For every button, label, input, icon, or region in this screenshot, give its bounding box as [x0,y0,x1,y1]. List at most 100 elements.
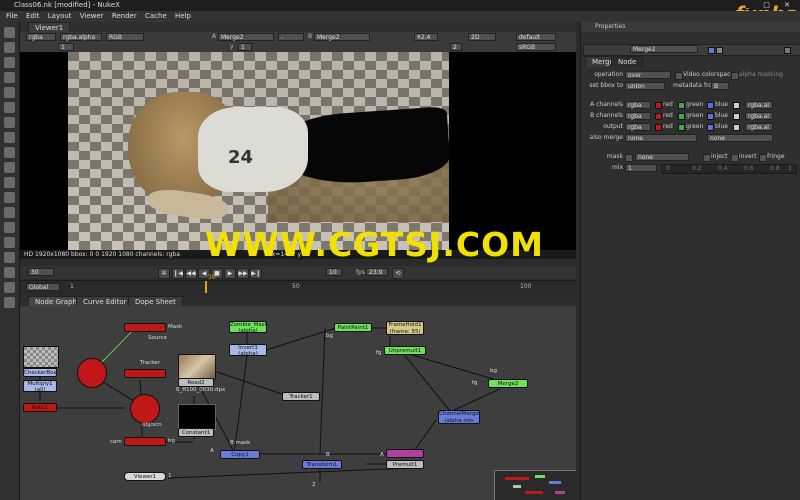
roto-node-circle-1[interactable] [77,358,107,388]
display-select[interactable]: RGB [106,33,144,41]
draw-icon[interactable] [4,42,15,53]
proxy-select[interactable]: 2D [468,33,496,41]
loop-icon[interactable]: ⟲ [392,268,404,279]
b-channels-layer-select[interactable]: rgba [625,112,651,120]
b-green-checkbox[interactable] [678,113,685,120]
deep-icon[interactable] [4,222,15,233]
constant-thumbnail[interactable] [178,404,216,430]
mix-field[interactable]: 1 [625,164,657,172]
channel-select[interactable]: rgba.alpha [60,33,102,41]
step-field[interactable]: 10 [326,268,342,276]
image-icon[interactable] [4,27,15,38]
node-font-color-icon[interactable] [716,47,723,54]
channel-icon[interactable] [4,72,15,83]
first-frame-button[interactable]: ❙◀ [172,268,184,279]
time-icon[interactable] [4,57,15,68]
roto-node-circle-2[interactable] [130,394,160,424]
views-icon[interactable] [4,177,15,188]
frame-field[interactable]: 1 [58,43,74,51]
zoom-field[interactable]: 2 [450,43,462,51]
output-red-checkbox[interactable] [655,124,662,131]
transform-node[interactable]: Transform1 [302,460,342,469]
paintbrush-node[interactable]: PaintPaint1 [334,323,372,332]
node-name-field[interactable]: Merge2 [630,45,698,53]
constant-node[interactable]: Constant1 [178,428,214,437]
viewer-node[interactable]: Viewer1 [124,472,166,481]
metadata-select[interactable]: B [711,82,729,90]
also-merge-select-2[interactable]: none [707,134,773,142]
framehold-node[interactable]: FrameHold1 (frame: 55) [386,321,424,335]
multiply-node[interactable]: Multiply1 (all) [23,380,57,392]
a-blue-checkbox[interactable] [707,102,714,109]
b-blue-checkbox[interactable] [707,113,714,120]
timeline-bar[interactable]: Global 1 50 100 30 [20,274,576,293]
viewer-viewport[interactable]: 24 [20,52,576,250]
menu-file[interactable]: File [6,11,18,22]
output-green-checkbox[interactable] [678,124,685,131]
menu-edit[interactable]: Edit [26,11,40,22]
video-colorspace-checkbox[interactable] [675,72,683,80]
premult-node[interactable]: Premult1 [386,460,424,469]
timeline-playhead[interactable] [205,281,207,293]
colorspace-select[interactable]: sRGB [516,43,556,51]
particles-icon[interactable] [4,207,15,218]
a-green-checkbox[interactable] [678,102,685,109]
prev-key-button[interactable]: ◀◀ [185,268,197,279]
fps-field[interactable]: 23.9 [366,268,388,276]
camera-roto-node[interactable] [124,437,166,446]
alpha-masking-checkbox[interactable] [731,72,739,80]
b-alpha-select[interactable]: rgba.al [745,112,773,120]
a-channels-layer-select[interactable]: rgba [625,101,651,109]
next-key-button[interactable]: ▶▶ [237,268,249,279]
a-alpha-select[interactable]: rgba.al [745,101,773,109]
input-a-select[interactable]: Merge2 [218,33,274,41]
layer-select[interactable]: rgba [26,33,56,41]
furnace-icon[interactable] [4,267,15,278]
node-color-icon[interactable] [708,47,715,54]
also-merge-select[interactable]: none [625,134,697,142]
other-icon[interactable] [4,252,15,263]
timeline-range-select[interactable]: Global [26,283,60,291]
checkerboard-node[interactable]: CheckerBoard1 [23,368,57,377]
menu-cache[interactable]: Cache [145,11,167,22]
merge-icon[interactable] [4,132,15,143]
invert-checkbox[interactable] [731,154,739,162]
gizmos-icon[interactable] [4,297,15,308]
tracker-roto-node[interactable] [124,369,166,378]
fringe-checkbox[interactable] [759,154,767,162]
3d-icon[interactable] [4,162,15,173]
bbox-select[interactable]: union [625,82,665,90]
menu-layout[interactable]: Layout [48,11,72,22]
node-graph-minimap[interactable] [494,470,576,500]
merge2-node[interactable]: Merge2 [488,379,528,388]
lut-select[interactable]: default [516,33,556,41]
mask-select[interactable]: none [635,153,689,161]
close-panel-icon[interactable] [784,47,791,54]
b-red-checkbox[interactable] [655,113,662,120]
zombie-mask-node[interactable]: Zombie_Mask (alpha) [229,321,267,333]
tab-node[interactable]: Node [611,56,644,67]
channelmerge-node[interactable]: ChannelMerge (alpha min alpha) [438,410,480,424]
tracker-node[interactable]: Tracker1 [282,392,320,401]
read-thumbnail[interactable] [178,354,216,380]
filter-icon[interactable] [4,102,15,113]
a-alpha-checkbox[interactable] [733,102,740,109]
transform-icon[interactable] [4,147,15,158]
menu-render[interactable]: Render [112,11,137,22]
snowflake-icon[interactable]: ✲ [158,268,170,279]
toolsets-icon[interactable] [4,237,15,248]
ocula-icon[interactable] [4,282,15,293]
output-alpha-checkbox[interactable] [733,124,740,131]
read-node[interactable]: Read2 [178,378,214,387]
a-red-checkbox[interactable] [655,102,662,109]
b-alpha-checkbox[interactable] [733,113,740,120]
operation-select[interactable]: over [625,71,671,79]
output-layer-select[interactable]: rgba [625,123,651,131]
frame-counter[interactable]: 30 [28,268,54,276]
gain-field[interactable]: ¥2.4 [414,33,438,41]
roto-node-left[interactable]: Roto1 [23,403,57,412]
play-button[interactable]: ▶ [224,268,236,279]
keyer-icon[interactable] [4,117,15,128]
unpremult-node[interactable]: Unpremult1 [384,346,426,355]
mask-roto-node[interactable] [124,323,166,332]
